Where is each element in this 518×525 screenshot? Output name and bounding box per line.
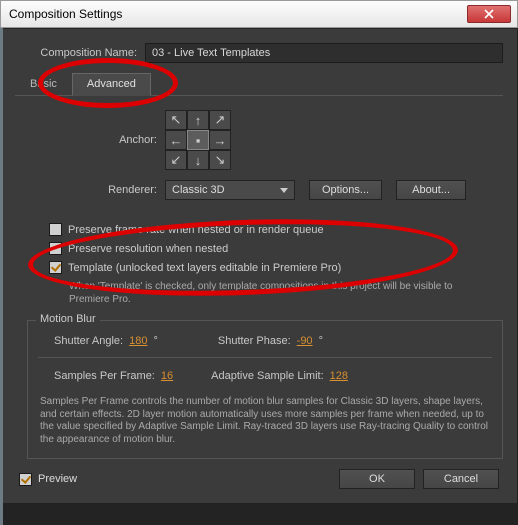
renderer-row: Renderer: Classic 3D Options... About...	[15, 180, 503, 200]
tab-basic[interactable]: Basic	[15, 73, 72, 95]
shutter-angle-suffix: °	[153, 335, 157, 347]
chevron-down-icon	[280, 188, 288, 193]
shutter-phase-suffix: °	[319, 335, 323, 347]
adaptive-field: Adaptive Sample Limit: 128	[211, 370, 348, 382]
close-button[interactable]	[467, 5, 511, 23]
window-title: Composition Settings	[9, 7, 467, 21]
preserve-res-checkbox[interactable]	[49, 242, 62, 255]
template-label: Template (unlocked text layers editable …	[68, 262, 341, 274]
renderer-options-button[interactable]: Options...	[309, 180, 382, 200]
shutter-phase-value[interactable]: -90	[297, 335, 313, 347]
shutter-phase-label: Shutter Phase:	[218, 335, 291, 347]
preserve-frame-checkbox[interactable]	[49, 223, 62, 236]
template-row: Template (unlocked text layers editable …	[15, 258, 503, 277]
template-help: When 'Template' is checked, only templat…	[15, 277, 503, 314]
renderer-label: Renderer:	[15, 184, 165, 196]
anchor-bottom-left[interactable]: ↙	[165, 150, 187, 170]
anchor-bottom[interactable]: ↓	[187, 150, 209, 170]
samples-label: Samples Per Frame:	[54, 370, 155, 382]
preview-label: Preview	[38, 473, 77, 485]
anchor-grid: ↖ ↑ ↗ ← ▪ → ↙ ↓ ↘	[165, 110, 231, 170]
anchor-top-right[interactable]: ↗	[209, 110, 231, 130]
close-icon	[484, 9, 494, 19]
motion-blur-title: Motion Blur	[36, 313, 100, 325]
samples-field: Samples Per Frame: 16	[54, 370, 173, 382]
renderer-value: Classic 3D	[172, 184, 225, 196]
anchor-bottom-right[interactable]: ↘	[209, 150, 231, 170]
titlebar: Composition Settings	[0, 0, 518, 28]
renderer-about-button[interactable]: About...	[396, 180, 466, 200]
footer: Preview OK Cancel	[15, 459, 503, 493]
adaptive-value[interactable]: 128	[330, 370, 348, 382]
preserve-res-label: Preserve resolution when nested	[68, 243, 228, 255]
tabs: Basic Advanced	[15, 73, 503, 96]
anchor-label: Anchor:	[15, 134, 165, 146]
preview-checkbox[interactable]	[19, 473, 32, 486]
ok-button[interactable]: OK	[339, 469, 415, 489]
preserve-frame-row: Preserve frame rate when nested or in re…	[15, 220, 503, 239]
adaptive-label: Adaptive Sample Limit:	[211, 370, 324, 382]
anchor-top-left[interactable]: ↖	[165, 110, 187, 130]
cancel-button[interactable]: Cancel	[423, 469, 499, 489]
comp-name-row: Composition Name:	[15, 43, 503, 63]
shutter-phase-field: Shutter Phase: -90 °	[218, 335, 323, 347]
anchor-row: Anchor: ↖ ↑ ↗ ← ▪ → ↙ ↓ ↘	[15, 110, 503, 170]
tab-advanced[interactable]: Advanced	[72, 73, 151, 96]
shutter-angle-value[interactable]: 180	[129, 335, 147, 347]
shutter-angle-field: Shutter Angle: 180 °	[54, 335, 158, 347]
comp-name-input[interactable]	[145, 43, 503, 63]
samples-value[interactable]: 16	[161, 370, 173, 382]
anchor-top[interactable]: ↑	[187, 110, 209, 130]
anchor-center[interactable]: ▪	[187, 130, 209, 150]
template-checkbox[interactable]	[49, 261, 62, 274]
anchor-left[interactable]: ←	[165, 130, 187, 150]
dialog-body: Composition Name: Basic Advanced Anchor:…	[0, 28, 518, 504]
comp-name-label: Composition Name:	[15, 47, 145, 59]
preserve-frame-label: Preserve frame rate when nested or in re…	[68, 224, 324, 236]
renderer-select[interactable]: Classic 3D	[165, 180, 295, 200]
preserve-res-row: Preserve resolution when nested	[15, 239, 503, 258]
anchor-right[interactable]: →	[209, 130, 231, 150]
motion-blur-group: Motion Blur Shutter Angle: 180 ° Shutter…	[27, 320, 503, 459]
motion-blur-help: Samples Per Frame controls the number of…	[38, 388, 492, 448]
shutter-angle-label: Shutter Angle:	[54, 335, 123, 347]
